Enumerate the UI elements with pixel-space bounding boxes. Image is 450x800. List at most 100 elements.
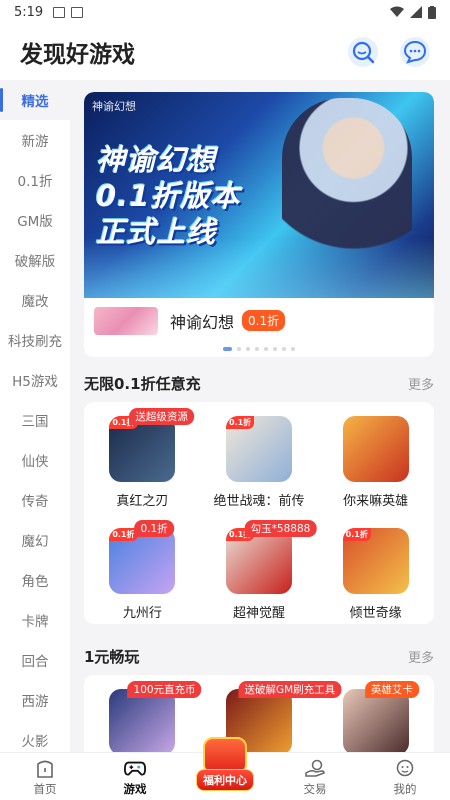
wifi-icon — [390, 6, 404, 17]
tab-home[interactable]: 首页 — [0, 753, 90, 800]
game-grid-unlimited: 送超级资源 0.1折 真红之刃 0.1折 绝世战魂：前传 你来嘛英雄 0.1折 0.1折 九州行… — [84, 402, 434, 624]
message-button[interactable] — [400, 37, 430, 67]
sidebar-item-featured[interactable]: 精选 — [0, 80, 70, 120]
banner-card[interactable]: 神谕幻想 神谕幻想 0.1折版本 正式上线 神谕幻想 0.1折 — [84, 92, 434, 357]
game-item[interactable]: 0.1折绝世战魂：前传 — [201, 402, 318, 514]
more-link[interactable]: 更多 — [408, 647, 434, 666]
sidebar-item-h5[interactable]: H5游戏 — [0, 360, 70, 400]
search-button[interactable] — [348, 37, 378, 67]
sidebar-item-discount[interactable]: 0.1折 — [0, 160, 70, 200]
gift-bag-icon — [203, 737, 247, 773]
carousel-indicator — [84, 347, 434, 351]
promo-badge: 0.1折 — [134, 520, 174, 537]
game-icon[interactable]: 0.1折 — [109, 416, 176, 482]
carousel-dot[interactable] — [237, 347, 241, 351]
game-icon[interactable]: 0.1折 — [342, 528, 409, 594]
promo-badge: 送破解GM刷充工具 — [238, 681, 342, 698]
tab-games[interactable]: 游戏 — [90, 753, 180, 800]
promo-badge: 英雄艾卡 — [364, 681, 419, 698]
sidebar-item-legend[interactable]: 传奇 — [0, 480, 70, 520]
tab-label: 我的 — [393, 782, 417, 796]
game-name: 九州行 — [122, 606, 162, 621]
sidebar-item-journey-west[interactable]: 西游 — [0, 680, 70, 720]
tab-profile[interactable]: 我的 — [360, 753, 450, 800]
promo-badge: 100元直充币 — [127, 681, 202, 698]
carousel-dot[interactable] — [282, 347, 286, 351]
status-time: 5:19 — [14, 4, 44, 20]
carousel-dot[interactable] — [264, 347, 268, 351]
game-icon[interactable]: 0.1折 — [109, 528, 176, 594]
game-name: 倾世奇缘 — [349, 606, 402, 621]
tab-label: 首页 — [33, 782, 57, 796]
game-icon[interactable]: 0.1折 — [225, 416, 292, 482]
discount-corner-badge: 0.1折 — [109, 528, 138, 541]
discount-corner-badge: 0.1折 — [225, 416, 255, 429]
sidebar-item-new-games[interactable]: 新游 — [0, 120, 70, 160]
carousel-dot[interactable] — [246, 347, 250, 351]
sidebar-item-fantasy[interactable]: 魔幻 — [0, 520, 70, 560]
sidebar-item-three-kingdoms[interactable]: 三国 — [0, 400, 70, 440]
carousel-dot[interactable] — [255, 347, 259, 351]
tab-welfare[interactable]: 福利中心 — [180, 737, 270, 800]
carousel-dot[interactable] — [291, 347, 295, 351]
section-title: 无限0.1折任意充 — [84, 375, 201, 393]
sidebar-item-modded[interactable]: 魔改 — [0, 280, 70, 320]
tab-trade[interactable]: 交易 — [270, 753, 360, 800]
carousel-dot[interactable] — [223, 347, 232, 351]
status-bar: 5:19 — [0, 0, 450, 24]
game-item[interactable]: 0.1折倾世奇缘 — [317, 514, 434, 624]
bottom-tab-bar: 首页 游戏 福利中心 交易 我的 — [0, 737, 450, 800]
banner-headline: 神谕幻想 0.1折版本 正式上线 — [96, 142, 240, 250]
game-name: 超神觉醒 — [232, 606, 285, 621]
section-header-unlimited: 无限0.1折任意充 更多 — [84, 373, 434, 394]
game-item[interactable]: 100元直充币 — [84, 675, 202, 752]
main-content: 神谕幻想 神谕幻想 0.1折版本 正式上线 神谕幻想 0.1折 无限0.1折任意… — [70, 80, 450, 752]
app-notification-icon — [71, 6, 84, 18]
welfare-center-button[interactable]: 福利中心 — [194, 737, 256, 799]
banner-headline-line1: 神谕幻想 — [96, 143, 217, 177]
message-icon — [403, 40, 427, 64]
banner-image[interactable]: 神谕幻想 神谕幻想 0.1折版本 正式上线 — [84, 92, 434, 298]
game-item[interactable]: 你来嘛英雄 — [317, 402, 434, 514]
banner-game-thumbnail — [94, 306, 158, 335]
app-header: 发现好游戏 — [0, 24, 450, 80]
section-title: 1元畅玩 — [84, 648, 140, 666]
game-icon[interactable] — [109, 689, 176, 752]
banner-info: 神谕幻想 0.1折 — [84, 298, 434, 343]
game-item[interactable]: 0.1折 0.1折九州行 — [84, 514, 201, 624]
gamepad-icon — [124, 759, 146, 779]
image-notification-icon — [53, 6, 66, 18]
game-icon[interactable]: 0.1折 — [225, 528, 292, 594]
sidebar-item-gm[interactable]: GM版 — [0, 200, 70, 240]
game-icon[interactable] — [342, 689, 409, 752]
battery-icon — [428, 5, 436, 19]
banner-headline-line2: 0.1折版本 — [96, 179, 241, 213]
home-icon — [34, 759, 56, 779]
sidebar-item-tech-recharge[interactable]: 科技刷充 — [0, 320, 70, 360]
tab-label: 游戏 — [123, 782, 147, 796]
sidebar-item-naruto[interactable]: 火影 — [0, 720, 70, 752]
section-header-one-yuan: 1元畅玩 更多 — [84, 646, 434, 667]
game-item[interactable]: 勾玉*58888 0.1折超神觉醒 — [201, 514, 318, 624]
banner-logo: 神谕幻想 — [92, 100, 136, 113]
discount-badge: 0.1折 — [242, 310, 286, 331]
profile-icon — [394, 759, 416, 779]
game-name: 真红之刃 — [116, 494, 169, 509]
category-sidebar: 精选 新游 0.1折 GM版 破解版 魔改 科技刷充 H5游戏 三国 仙侠 传奇… — [0, 80, 70, 752]
more-link[interactable]: 更多 — [408, 374, 434, 393]
carousel-dot[interactable] — [273, 347, 277, 351]
game-name: 你来嘛英雄 — [343, 494, 409, 509]
game-item[interactable]: 送超级资源 0.1折真红之刃 — [84, 402, 201, 514]
promo-badge: 勾玉*58888 — [244, 520, 317, 537]
promo-badge: 送超级资源 — [129, 408, 194, 425]
sidebar-item-rpg[interactable]: 角色 — [0, 560, 70, 600]
search-icon — [352, 41, 375, 64]
sidebar-item-turn-based[interactable]: 回合 — [0, 640, 70, 680]
sidebar-item-cracked[interactable]: 破解版 — [0, 240, 70, 280]
sidebar-item-card[interactable]: 卡牌 — [0, 600, 70, 640]
game-icon[interactable] — [342, 416, 409, 482]
banner-game-name: 神谕幻想 — [170, 312, 235, 332]
game-name: 绝世战魂：前传 — [213, 494, 305, 509]
sidebar-item-xianxia[interactable]: 仙侠 — [0, 440, 70, 480]
signal-icon — [410, 6, 422, 18]
